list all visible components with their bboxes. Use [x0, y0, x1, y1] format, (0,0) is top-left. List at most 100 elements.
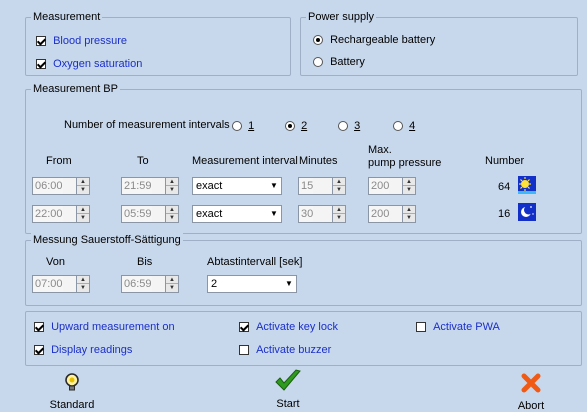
row1-to-value[interactable]: 21:59: [122, 178, 152, 194]
rechargeable-battery-label[interactable]: Rechargeable battery: [330, 34, 435, 46]
display-readings-checkbox[interactable]: Display readings: [34, 344, 132, 356]
row1-minutes-arrows[interactable]: ▲ ▼: [332, 178, 345, 194]
row1-from-arrows[interactable]: ▲ ▼: [76, 178, 89, 194]
spin-up-icon[interactable]: ▲: [77, 206, 89, 214]
row2-interval-value[interactable]: exact: [196, 206, 222, 222]
display-check-icon[interactable]: [34, 345, 44, 356]
row1-pressure-arrows[interactable]: ▲ ▼: [402, 178, 415, 194]
upward-measurement-label[interactable]: Upward measurement on: [51, 321, 175, 333]
battery-radio-icon[interactable]: [313, 57, 323, 68]
key-lock-check-icon[interactable]: [239, 322, 249, 333]
spin-up-icon[interactable]: ▲: [166, 276, 178, 284]
row1-pressure-value[interactable]: 200: [369, 178, 390, 194]
spin-down-icon[interactable]: ▼: [166, 186, 178, 194]
key-lock-label[interactable]: Activate key lock: [256, 321, 338, 333]
row2-pressure-value[interactable]: 200: [369, 206, 390, 222]
chevron-down-icon[interactable]: ▼: [267, 178, 281, 194]
buzzer-label[interactable]: Activate buzzer: [256, 344, 331, 356]
spo2-from-arrows[interactable]: ▲ ▼: [76, 276, 89, 292]
spin-down-icon[interactable]: ▼: [403, 214, 415, 222]
row2-minutes-spinner[interactable]: 30 ▲ ▼: [298, 205, 346, 223]
spin-up-icon[interactable]: ▲: [333, 206, 345, 214]
row2-minutes-value[interactable]: 30: [299, 206, 314, 222]
interval-radio-3[interactable]: 3: [338, 120, 360, 132]
interval-radio-3-label[interactable]: 3: [354, 120, 360, 132]
abort-label[interactable]: Abort: [505, 400, 557, 412]
spo2-interval-select[interactable]: 2 ▼: [207, 275, 297, 293]
row2-to-value[interactable]: 05:59: [122, 206, 152, 222]
interval-radio-4[interactable]: 4: [393, 120, 415, 132]
interval-radio-1[interactable]: 1: [232, 120, 254, 132]
row1-to-spinner[interactable]: 21:59 ▲ ▼: [121, 177, 179, 195]
chevron-down-icon[interactable]: ▼: [282, 276, 296, 292]
row1-interval-select[interactable]: exact ▼: [192, 177, 282, 195]
interval-radio-4-label[interactable]: 4: [409, 120, 415, 132]
spin-down-icon[interactable]: ▼: [403, 186, 415, 194]
pwa-check-icon[interactable]: [416, 322, 426, 333]
interval-radio-4-icon[interactable]: [393, 121, 403, 132]
interval-radio-1-label[interactable]: 1: [248, 120, 254, 132]
upward-check-icon[interactable]: [34, 322, 44, 333]
chevron-down-icon[interactable]: ▼: [267, 206, 281, 222]
interval-radio-2-label[interactable]: 2: [301, 120, 307, 132]
row2-from-spinner[interactable]: 22:00 ▲ ▼: [32, 205, 90, 223]
row2-from-arrows[interactable]: ▲ ▼: [76, 206, 89, 222]
row1-pressure-spinner[interactable]: 200 ▲ ▼: [368, 177, 416, 195]
start-label[interactable]: Start: [263, 398, 313, 410]
blood-pressure-label[interactable]: Blood pressure: [53, 35, 127, 47]
spo2-to-arrows[interactable]: ▲ ▼: [165, 276, 178, 292]
rechargeable-radio-icon[interactable]: [313, 35, 323, 46]
interval-radio-3-icon[interactable]: [338, 121, 348, 132]
oxygen-saturation-check-icon[interactable]: [36, 59, 46, 70]
spin-up-icon[interactable]: ▲: [166, 178, 178, 186]
upward-measurement-checkbox[interactable]: Upward measurement on: [34, 321, 175, 333]
oxygen-saturation-checkbox[interactable]: Oxygen saturation: [36, 58, 142, 70]
spin-down-icon[interactable]: ▼: [77, 284, 89, 292]
spin-down-icon[interactable]: ▼: [77, 214, 89, 222]
row1-minutes-value[interactable]: 15: [299, 178, 314, 194]
blood-pressure-check-icon[interactable]: [36, 36, 46, 47]
key-lock-checkbox[interactable]: Activate key lock: [239, 321, 338, 333]
buzzer-check-icon[interactable]: [239, 345, 249, 356]
row1-minutes-spinner[interactable]: 15 ▲ ▼: [298, 177, 346, 195]
buzzer-checkbox[interactable]: Activate buzzer: [239, 344, 331, 356]
spin-down-icon[interactable]: ▼: [77, 186, 89, 194]
spin-up-icon[interactable]: ▲: [403, 178, 415, 186]
interval-radio-2-icon[interactable]: [285, 121, 295, 132]
spin-up-icon[interactable]: ▲: [77, 178, 89, 186]
spo2-from-spinner[interactable]: 07:00 ▲ ▼: [32, 275, 90, 293]
interval-radio-2[interactable]: 2: [285, 120, 307, 132]
spo2-interval-value[interactable]: 2: [211, 276, 217, 292]
rechargeable-battery-radio[interactable]: Rechargeable battery: [313, 34, 435, 46]
row2-minutes-arrows[interactable]: ▲ ▼: [332, 206, 345, 222]
spo2-from-value[interactable]: 07:00: [33, 276, 63, 292]
battery-radio[interactable]: Battery: [313, 56, 365, 68]
spin-up-icon[interactable]: ▲: [77, 276, 89, 284]
standard-label[interactable]: Standard: [42, 399, 102, 411]
spin-down-icon[interactable]: ▼: [333, 214, 345, 222]
row1-interval-value[interactable]: exact: [196, 178, 222, 194]
row2-to-arrows[interactable]: ▲ ▼: [165, 206, 178, 222]
row1-to-arrows[interactable]: ▲ ▼: [165, 178, 178, 194]
spo2-to-value[interactable]: 06:59: [122, 276, 152, 292]
row1-from-spinner[interactable]: 06:00 ▲ ▼: [32, 177, 90, 195]
row2-from-value[interactable]: 22:00: [33, 206, 63, 222]
spin-down-icon[interactable]: ▼: [333, 186, 345, 194]
display-readings-label[interactable]: Display readings: [51, 344, 132, 356]
spin-up-icon[interactable]: ▲: [166, 206, 178, 214]
row2-to-spinner[interactable]: 05:59 ▲ ▼: [121, 205, 179, 223]
row2-pressure-spinner[interactable]: 200 ▲ ▼: [368, 205, 416, 223]
interval-radio-1-icon[interactable]: [232, 121, 242, 132]
spo2-to-spinner[interactable]: 06:59 ▲ ▼: [121, 275, 179, 293]
spin-up-icon[interactable]: ▲: [403, 206, 415, 214]
battery-label[interactable]: Battery: [330, 56, 365, 68]
standard-button[interactable]: Standard: [42, 372, 102, 412]
start-button[interactable]: Start: [263, 368, 313, 412]
blood-pressure-checkbox[interactable]: Blood pressure: [36, 35, 127, 47]
spin-down-icon[interactable]: ▼: [166, 284, 178, 292]
oxygen-saturation-label[interactable]: Oxygen saturation: [53, 58, 142, 70]
pwa-checkbox[interactable]: Activate PWA: [416, 321, 500, 333]
spin-down-icon[interactable]: ▼: [166, 214, 178, 222]
spin-up-icon[interactable]: ▲: [333, 178, 345, 186]
abort-button[interactable]: Abort: [505, 372, 557, 412]
